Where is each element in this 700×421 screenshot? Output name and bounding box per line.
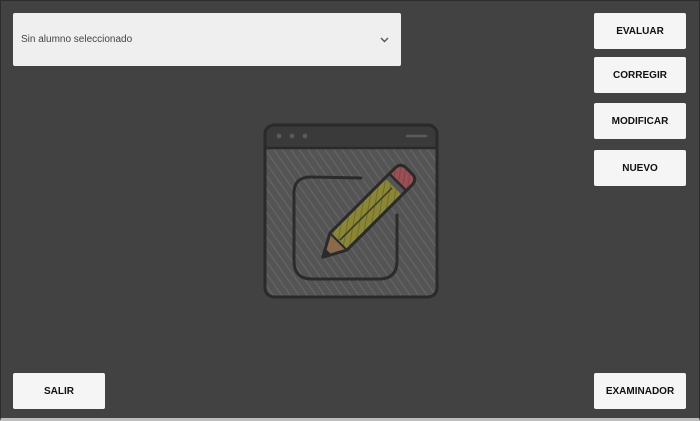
modificar-button[interactable]: MODIFICAR: [594, 103, 686, 139]
evaluar-button[interactable]: EVALUAR: [594, 13, 686, 49]
corregir-button[interactable]: CORREGIR: [594, 57, 686, 93]
examinador-button[interactable]: EXAMINADOR: [594, 373, 686, 409]
salir-button[interactable]: SALIR: [13, 373, 105, 409]
app-window: Sin alumno seleccionado EVALUAR CORREGIR…: [0, 0, 700, 421]
edit-document-pencil-icon: [263, 123, 439, 299]
nuevo-button[interactable]: NUEVO: [594, 150, 686, 186]
student-select-value: Sin alumno seleccionado: [21, 34, 133, 45]
chevron-down-icon: [379, 35, 389, 45]
student-select[interactable]: Sin alumno seleccionado: [13, 13, 401, 66]
